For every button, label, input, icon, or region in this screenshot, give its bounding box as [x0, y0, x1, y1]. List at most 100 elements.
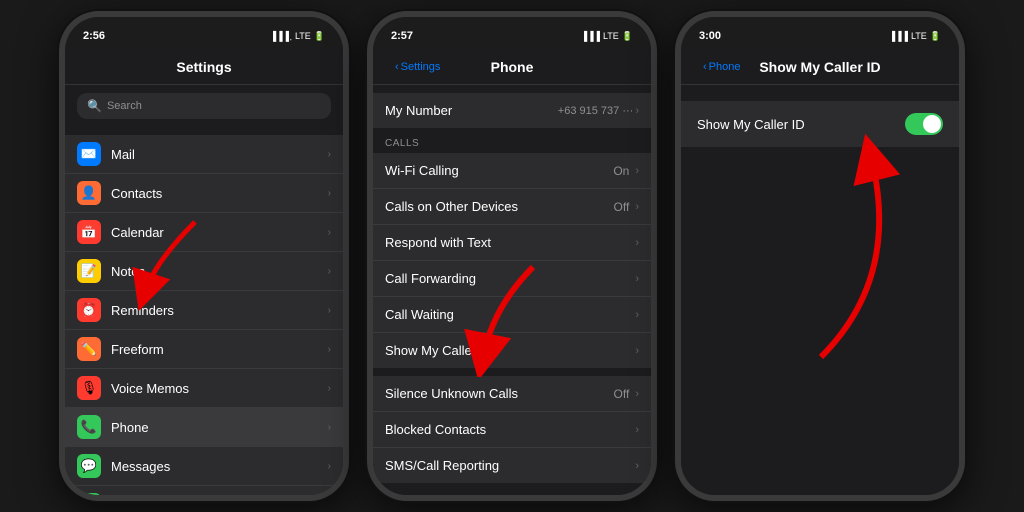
- settings-item-voice-memos[interactable]: 🎙 Voice Memos ›: [65, 369, 343, 408]
- caller-id-row[interactable]: Show My Caller ID: [681, 101, 959, 147]
- signal-icon-2: ▐▐▐: [581, 31, 600, 41]
- back-chevron-2: ‹: [395, 61, 399, 73]
- calls-header: CALLS: [373, 128, 651, 153]
- my-number-value: +63 915 737 ···: [558, 105, 634, 117]
- time-2: 2:57: [391, 30, 413, 42]
- settings-item-notes[interactable]: 📝 Notes ›: [65, 252, 343, 291]
- voice-memos-icon: 🎙: [77, 376, 101, 400]
- respond-text-item[interactable]: Respond with Text ›: [373, 225, 651, 261]
- wifi-calling-chevron: ›: [635, 165, 639, 177]
- page-title-1: Settings: [176, 59, 231, 75]
- time-1: 2:56: [83, 30, 105, 42]
- wifi-calling-value: On: [613, 164, 629, 178]
- settings-item-messages[interactable]: 💬 Messages ›: [65, 447, 343, 486]
- messages-icon: 💬: [77, 454, 101, 478]
- caller-id-toggle[interactable]: [905, 113, 943, 135]
- status-icons-2: ▐▐▐ LTE 🔋: [581, 31, 633, 42]
- silence-unknown-label: Silence Unknown Calls: [385, 386, 518, 401]
- settings-screen: 🔍 Search ✉️ Mail › 👤 Contacts › 📅 Calend…: [65, 85, 343, 495]
- back-label-2: Settings: [401, 61, 441, 73]
- call-forwarding-right: ›: [635, 273, 639, 285]
- settings-item-reminders[interactable]: ⏰ Reminders ›: [65, 291, 343, 330]
- lte-label-2: LTE: [603, 31, 619, 41]
- back-chevron-3: ‹: [703, 61, 707, 73]
- search-icon: 🔍: [87, 99, 102, 113]
- phone-3: 3:00 ▐▐▐ LTE 🔋 ‹ Phone Show My Caller ID…: [675, 11, 965, 501]
- messages-label: Messages: [111, 459, 328, 474]
- mail-label: Mail: [111, 147, 328, 162]
- wifi-calling-label: Wi-Fi Calling: [385, 163, 459, 178]
- settings-item-freeform[interactable]: ✏️ Freeform ›: [65, 330, 343, 369]
- respond-text-chevron: ›: [635, 237, 639, 249]
- back-label-3: Phone: [709, 61, 741, 73]
- page-title-3: Show My Caller ID: [759, 59, 880, 75]
- silence-unknown-item[interactable]: Silence Unknown Calls Off ›: [373, 376, 651, 412]
- call-waiting-item[interactable]: Call Waiting ›: [373, 297, 651, 333]
- silence-unknown-chevron: ›: [635, 388, 639, 400]
- sms-call-reporting-item[interactable]: SMS/Call Reporting ›: [373, 448, 651, 483]
- facetime-icon: 📹: [77, 493, 101, 495]
- calls-other-devices-label: Calls on Other Devices: [385, 199, 518, 214]
- settings-item-calendar[interactable]: 📅 Calendar ›: [65, 213, 343, 252]
- settings-list: ✉️ Mail › 👤 Contacts › 📅 Calendar › 📝 No…: [65, 135, 343, 495]
- calls-other-devices-right: Off ›: [614, 200, 639, 214]
- calls-other-devices-value: Off: [614, 200, 630, 214]
- settings-item-mail[interactable]: ✉️ Mail ›: [65, 135, 343, 174]
- show-caller-id-item[interactable]: Show My Caller ID ›: [373, 333, 651, 368]
- voice-memos-label: Voice Memos: [111, 381, 328, 396]
- call-waiting-label: Call Waiting: [385, 307, 454, 322]
- signal-icon-3: ▐▐▐: [889, 31, 908, 41]
- calls-other-devices-item[interactable]: Calls on Other Devices Off ›: [373, 189, 651, 225]
- contacts-icon: 👤: [77, 181, 101, 205]
- call-forwarding-item[interactable]: Call Forwarding ›: [373, 261, 651, 297]
- settings-item-contacts[interactable]: 👤 Contacts ›: [65, 174, 343, 213]
- blocked-contacts-chevron: ›: [635, 424, 639, 436]
- blocked-contacts-right: ›: [635, 424, 639, 436]
- show-caller-id-label: Show My Caller ID: [385, 343, 493, 358]
- back-button-3[interactable]: ‹ Phone: [703, 61, 740, 73]
- reminders-label: Reminders: [111, 303, 328, 318]
- notes-label: Notes: [111, 264, 328, 279]
- search-bar[interactable]: 🔍 Search: [77, 93, 331, 119]
- wifi-calling-right: On ›: [613, 164, 639, 178]
- my-number-row[interactable]: My Number +63 915 737 ··· ›: [373, 93, 651, 128]
- show-caller-id-chevron: ›: [635, 345, 639, 357]
- sms-call-reporting-label: SMS/Call Reporting: [385, 458, 499, 473]
- back-button-2[interactable]: ‹ Settings: [395, 61, 440, 73]
- wifi-calling-item[interactable]: Wi-Fi Calling On ›: [373, 153, 651, 189]
- status-bar-1: 2:56 ▐▐▐ ᳝ LTE 🔋: [65, 17, 343, 49]
- signal-icon-1: ▐▐▐: [270, 31, 289, 41]
- respond-text-label: Respond with Text: [385, 235, 491, 250]
- dial-assist-section: Dial Assist Dial assist automatically de…: [373, 491, 651, 495]
- status-bar-2: 2:57 ▐▐▐ LTE 🔋: [373, 17, 651, 49]
- call-forwarding-chevron: ›: [635, 273, 639, 285]
- phone-1: 2:56 ▐▐▐ ᳝ LTE 🔋 Settings 🔍 Search ✉️ Ma…: [59, 11, 349, 501]
- reminders-icon: ⏰: [77, 298, 101, 322]
- phone-label: Phone: [111, 420, 328, 435]
- battery-icon-3: 🔋: [930, 31, 941, 42]
- phone-2: 2:57 ▐▐▐ LTE 🔋 ‹ Settings Phone My Numbe…: [367, 11, 657, 501]
- show-caller-id-right: ›: [635, 345, 639, 357]
- other-list: Silence Unknown Calls Off › Blocked Cont…: [373, 376, 651, 483]
- my-number-right: +63 915 737 ··· ›: [558, 105, 639, 117]
- settings-item-phone[interactable]: 📞 Phone ›: [65, 408, 343, 447]
- other-section: Silence Unknown Calls Off › Blocked Cont…: [373, 368, 651, 483]
- status-icons-1: ▐▐▐ ᳝ LTE 🔋: [270, 31, 325, 42]
- nav-bar-1: Settings: [65, 49, 343, 85]
- phone-settings-screen: My Number +63 915 737 ··· › CALLS Wi-Fi …: [373, 85, 651, 495]
- my-number-label: My Number: [385, 103, 452, 118]
- calls-other-chevron: ›: [635, 201, 639, 213]
- call-forwarding-label: Call Forwarding: [385, 271, 476, 286]
- silence-unknown-value: Off: [614, 387, 630, 401]
- contacts-label: Contacts: [111, 186, 328, 201]
- settings-item-facetime[interactable]: 📹 FaceTime ›: [65, 486, 343, 495]
- nav-bar-2: ‹ Settings Phone: [373, 49, 651, 85]
- calls-list: Wi-Fi Calling On › Calls on Other Device…: [373, 153, 651, 368]
- my-number-chevron: ›: [635, 105, 639, 117]
- blocked-contacts-item[interactable]: Blocked Contacts ›: [373, 412, 651, 448]
- battery-icon-2: 🔋: [622, 31, 633, 42]
- call-waiting-chevron: ›: [635, 309, 639, 321]
- lte-label-1: LTE: [295, 31, 311, 41]
- phone-icon: 📞: [77, 415, 101, 439]
- caller-id-screen: Show My Caller ID: [681, 85, 959, 495]
